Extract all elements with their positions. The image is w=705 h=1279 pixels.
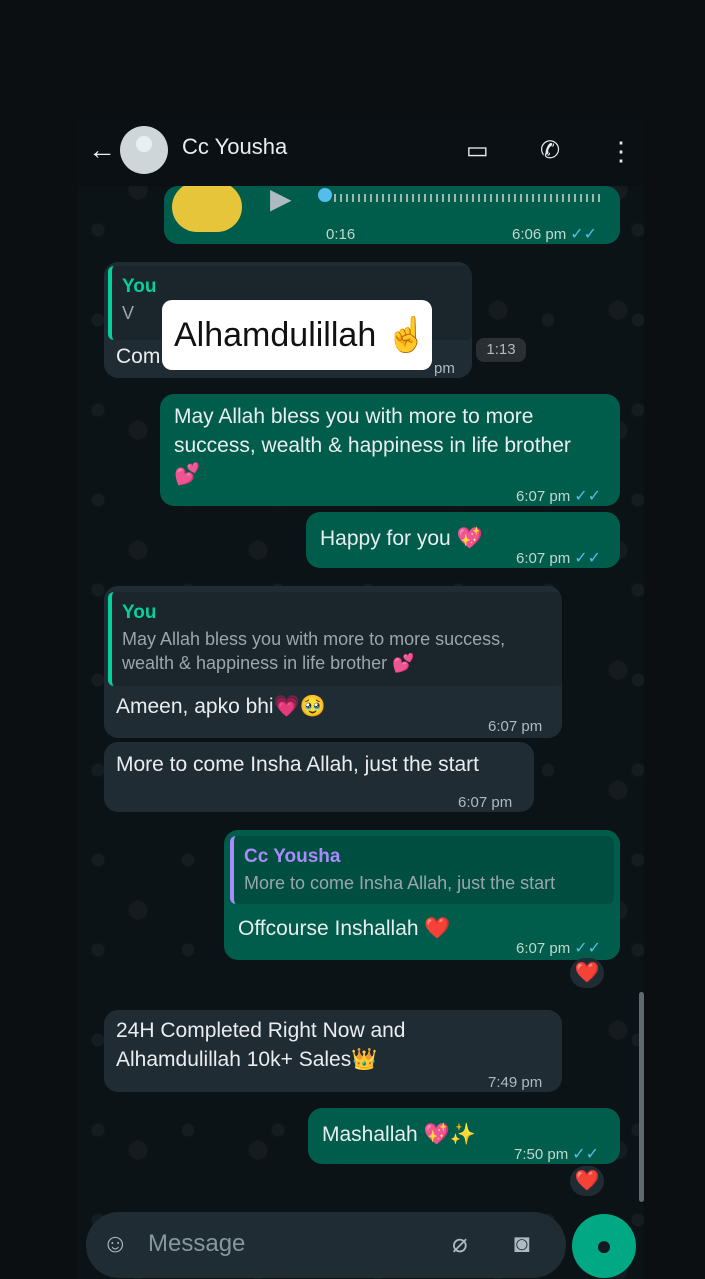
message-time: 6:07 pm ✓✓ [516, 550, 602, 567]
outgoing-message[interactable]: May Allah bless you with more to more su… [160, 394, 620, 506]
avatar[interactable] [120, 126, 168, 174]
outgoing-message[interactable]: Happy for you 💖 6:07 pm ✓✓ [306, 512, 620, 568]
more-vert-icon[interactable]: ⋮ [608, 136, 634, 167]
quote-text: May Allah bless you with more to more su… [122, 629, 506, 673]
read-ticks-icon: ✓✓ [574, 550, 602, 567]
media-duration-badge: 1:13 [476, 338, 526, 362]
voice-duration: 0:16 [326, 226, 356, 243]
message-input[interactable]: Message [148, 1230, 245, 1258]
quote-text: More to come Insha Allah, just the start [244, 873, 556, 893]
incoming-message[interactable]: You May Allah bless you with more to mor… [104, 586, 564, 738]
message-text: Ameen, apko bhi💗🥹 [116, 695, 326, 718]
read-ticks-icon: ✓✓ [570, 226, 598, 243]
message-text: Happy for you 💖 [320, 527, 483, 550]
arrow-left-icon[interactable]: ← [88, 134, 116, 166]
reaction-badge[interactable]: ❤️ [570, 958, 604, 988]
incoming-message[interactable]: 24H Completed Right Now and Alhamdulilla… [104, 1010, 562, 1092]
quote-author: Cc Yousha [244, 846, 341, 867]
message-time: 6:07 pm ✓✓ [516, 488, 602, 505]
message-time: 6:07 pm [488, 718, 543, 735]
message-text: More to come Insha Allah, just the start [116, 753, 480, 776]
message-composer: ☺ Message ⌀ ◙ [86, 1212, 566, 1278]
quote-author: You [122, 602, 157, 623]
outgoing-message[interactable]: Mashallah 💖✨ 7:50 pm ✓✓ [308, 1108, 620, 1164]
message-time: pm [434, 360, 455, 377]
camera-icon[interactable]: ◙ [514, 1228, 530, 1259]
message-time: 6:07 pm [458, 794, 513, 811]
outgoing-message[interactable]: Cc Yousha More to come Insha Allah, just… [224, 830, 620, 960]
contact-name[interactable]: Cc Yousha [182, 134, 287, 160]
video-call-icon[interactable]: ▭ [466, 136, 489, 165]
message-text: Com [116, 345, 161, 368]
waveform [334, 194, 604, 202]
message-text: Mashallah 💖✨ [322, 1123, 476, 1146]
voice-avatar [172, 182, 242, 232]
phone-icon[interactable]: ✆ [540, 136, 560, 165]
read-ticks-icon: ✓✓ [574, 488, 602, 505]
quote-author: You [122, 276, 157, 297]
voice-note-bubble[interactable]: ▶ 0:16 6:06 pm ✓✓ [164, 182, 620, 244]
scrollbar[interactable] [639, 992, 644, 1202]
sticker-overlay: Alhamdulillah ☝ [162, 300, 432, 370]
chat-header: ← Cc Yousha ▭ ✆ ⋮ [78, 120, 644, 186]
reaction-badge[interactable]: ❤️ [570, 1166, 604, 1196]
message-text: Offcourse Inshallah ❤️ [238, 917, 451, 940]
incoming-message[interactable]: More to come Insha Allah, just the start… [104, 742, 534, 812]
message-time: 7:50 pm ✓✓ [514, 1146, 600, 1163]
quoted-message[interactable]: Cc Yousha More to come Insha Allah, just… [230, 836, 614, 904]
mic-icon[interactable]: ● [572, 1214, 636, 1278]
message-text: 24H Completed Right Now and Alhamdulilla… [116, 1019, 406, 1071]
voice-seek-handle[interactable] [318, 188, 332, 202]
message-text: May Allah bless you with more to more su… [174, 405, 571, 486]
play-icon[interactable]: ▶ [270, 184, 292, 213]
read-ticks-icon: ✓✓ [574, 940, 602, 957]
quoted-message[interactable]: You May Allah bless you with more to mor… [108, 592, 564, 686]
message-time: 6:06 pm ✓✓ [512, 226, 598, 243]
sticker-icon[interactable]: ☺ [102, 1228, 129, 1259]
read-ticks-icon: ✓✓ [572, 1146, 600, 1163]
message-time: 7:49 pm [488, 1074, 543, 1091]
paperclip-icon[interactable]: ⌀ [452, 1228, 468, 1259]
